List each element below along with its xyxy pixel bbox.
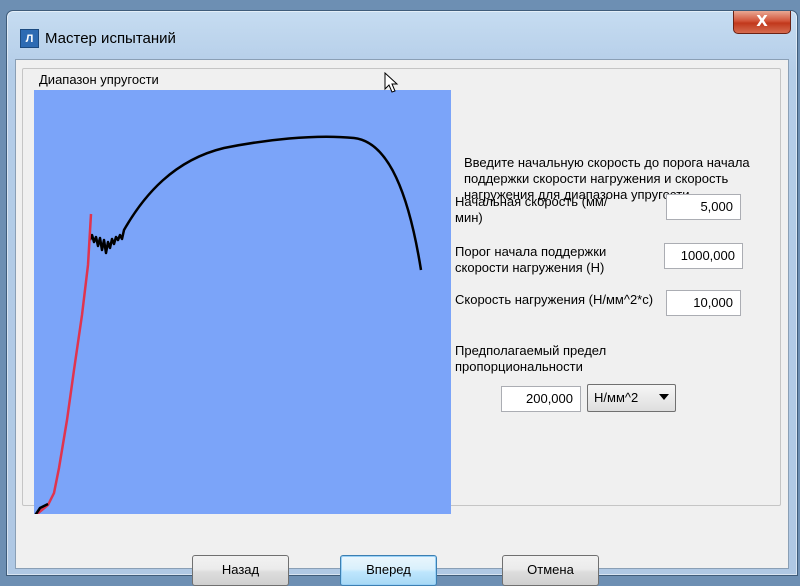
- next-button[interactable]: Вперед: [340, 555, 437, 586]
- plastic-curve: [88, 135, 423, 271]
- proportional-limit-label: Предполагаемый предел пропорциональности: [455, 343, 607, 374]
- stress-strain-chart: [34, 90, 451, 514]
- proportional-limit-input[interactable]: 200,000: [501, 386, 581, 412]
- threshold-label: Порог начала поддержки скорости нагружен…: [455, 244, 607, 275]
- window-title: Мастер испытаний: [45, 30, 176, 47]
- load-rate-label: Скорость нагружения (Н/мм^2*с): [455, 292, 654, 307]
- mouse-pointer-icon: [384, 72, 399, 93]
- elastic-curve: [36, 213, 93, 514]
- threshold-input[interactable]: 1000,000: [664, 243, 743, 269]
- cancel-button[interactable]: Отмена: [502, 555, 599, 586]
- group-title: Диапазон упругости: [37, 72, 161, 87]
- unit-dropdown-value: Н/мм^2: [594, 390, 639, 405]
- wizard-window: Л Мастер испытаний X Диапазон упругости …: [6, 10, 798, 576]
- elastic-curve-dark-start: [34, 502, 49, 514]
- load-rate-input[interactable]: 10,000: [666, 290, 741, 316]
- unit-dropdown[interactable]: Н/мм^2: [587, 384, 676, 412]
- close-button[interactable]: X: [733, 11, 791, 34]
- app-logo-icon: Л: [20, 29, 39, 48]
- title-bar[interactable]: Л Мастер испытаний X: [7, 11, 797, 59]
- dropdown-arrow-icon: [659, 394, 669, 400]
- start-speed-label: Начальная скорость (мм/мин): [455, 194, 608, 225]
- start-speed-input[interactable]: 5,000: [666, 194, 741, 220]
- back-button[interactable]: Назад: [192, 555, 289, 586]
